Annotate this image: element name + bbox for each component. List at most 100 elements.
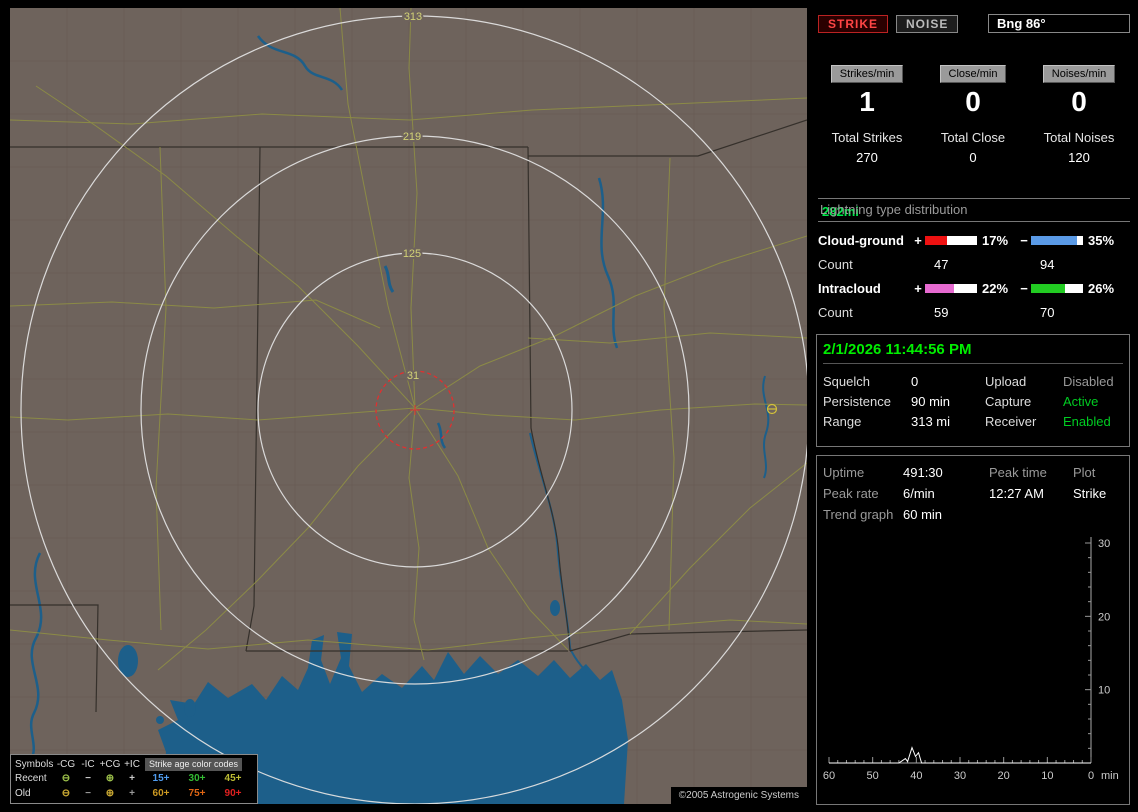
- old-neg-ic-icon: −: [85, 788, 91, 800]
- noise-mode-button[interactable]: NOISE: [896, 14, 959, 33]
- legend-col-neg-ic: -IC: [81, 758, 95, 770]
- stats-row: Peak rate 6/min 12:27 AM Strike: [823, 483, 1123, 504]
- persistence-label: Persistence: [823, 393, 891, 409]
- legend-symbols-header: Symbols: [15, 758, 54, 770]
- total-noises: Total Noises 120: [1044, 130, 1115, 165]
- display-mode-controls: STRIKE NOISE Bng 86° 282mi: [818, 14, 1130, 219]
- intracloud-label: Intracloud: [818, 280, 881, 296]
- svg-text:30: 30: [1098, 538, 1110, 550]
- map-svg: 313 219 125 31: [10, 8, 807, 804]
- upload-value: Disabled: [1063, 373, 1114, 389]
- persistence-value: 90 min: [911, 393, 951, 409]
- capture-label: Capture: [985, 393, 1032, 409]
- peak-rate-label: Peak rate: [823, 486, 879, 501]
- total-close-label: Total Close: [940, 130, 1006, 145]
- ic-count-label: Count: [818, 304, 853, 320]
- ic-positive-pct: 22%: [982, 280, 1009, 296]
- rate-values: 1 0 0: [814, 86, 1132, 118]
- strike-mode-button[interactable]: STRIKE: [818, 14, 889, 33]
- recent-pos-ic-icon: +: [129, 773, 135, 785]
- total-strikes-value: 270: [856, 150, 878, 165]
- system-status-box: 2/1/2026 11:44:56 PM Squelch 0 Upload Di…: [816, 334, 1130, 447]
- legend-old-label: Old: [15, 788, 31, 800]
- totals: Total Strikes 270 Total Close 0 Total No…: [814, 130, 1132, 165]
- ic-negative-bar-fill: [1031, 283, 1065, 293]
- stats-row: Uptime 491:30 Peak time Plot: [823, 462, 1123, 483]
- strike-legend: Symbols -CG -IC +CG +IC Strike age color…: [10, 754, 258, 804]
- total-strikes: Total Strikes 270: [832, 130, 903, 165]
- cg-positive-bar-fill: [925, 235, 948, 245]
- total-noises-label: Total Noises: [1043, 130, 1115, 145]
- stats-row: Trend graph 60 min: [823, 504, 1123, 525]
- age-code-90: 90+: [224, 788, 242, 800]
- trend-graph-label: Trend graph: [823, 507, 894, 522]
- legend-recent-label: Recent: [15, 773, 47, 785]
- uptime-value: 491:30: [903, 465, 943, 480]
- range-label: Range: [823, 413, 862, 429]
- lightning-map-display[interactable]: 313 219 125 31 Symbols -CG -IC +CG +IC S…: [10, 8, 807, 804]
- ic-negative-pct: 26%: [1088, 280, 1115, 296]
- svg-text:30: 30: [954, 770, 966, 782]
- legend-old-row: Old ⊖ − ⊕ + 60+ 75+ 90+: [15, 787, 253, 801]
- rate-headers: Strikes/min Close/min Noises/min: [814, 65, 1132, 83]
- cg-positive-pct: 17%: [982, 232, 1009, 248]
- age-code-75: 75+: [188, 788, 206, 800]
- cg-negative-count: 94: [1040, 256, 1055, 272]
- cg-negative-bar-fill: [1031, 235, 1077, 245]
- intracloud-row: Intracloud + 22% − 26%: [818, 276, 1130, 300]
- svg-text:60: 60: [823, 770, 835, 782]
- close-per-min-header: Close/min: [939, 65, 1007, 83]
- svg-text:20: 20: [998, 770, 1010, 782]
- ic-negative-bar: [1031, 283, 1083, 293]
- uptime-label: Uptime: [823, 465, 865, 480]
- age-code-60: 60+: [152, 788, 170, 800]
- statistics-box: Uptime 491:30 Peak time Plot Peak rate 6…: [816, 455, 1130, 805]
- svg-text:0: 0: [1088, 770, 1094, 782]
- svg-text:20: 20: [1098, 611, 1110, 623]
- range-value: 313 mi: [911, 413, 951, 429]
- age-code-15: 15+: [152, 773, 170, 785]
- plus-sign: +: [914, 280, 922, 296]
- copyright-text: ©2005 Astrogenic Systems: [670, 787, 807, 804]
- bearing-value: Bng 86°: [997, 16, 1046, 31]
- squelch-value: 0: [911, 373, 919, 389]
- ic-positive-bar: [925, 283, 977, 293]
- minus-sign: −: [1020, 280, 1028, 296]
- noises-per-min-value: 0: [1071, 86, 1087, 117]
- distribution-header: Lightning type distribution: [818, 198, 1130, 222]
- plot-value: Strike: [1073, 486, 1107, 501]
- cg-negative-pct: 35%: [1088, 232, 1115, 248]
- ic-negative-count: 70: [1040, 304, 1055, 320]
- receiver-value: Enabled: [1063, 413, 1111, 429]
- range-ring-label-31: 31: [407, 370, 419, 382]
- recent-pos-cg-icon: ⊕: [105, 773, 115, 785]
- cloud-ground-label: Cloud-ground: [818, 232, 904, 248]
- status-row: Persistence 90 min Capture Active: [823, 391, 1123, 411]
- recent-neg-ic-icon: −: [85, 773, 91, 785]
- old-neg-cg-icon: ⊖: [61, 788, 71, 800]
- peak-rate-value: 6/min: [903, 486, 935, 501]
- svg-text:min: min: [1101, 770, 1119, 782]
- plus-sign: +: [914, 232, 922, 248]
- old-pos-cg-icon: ⊕: [105, 788, 115, 800]
- noises-per-min-header: Noises/min: [1042, 65, 1116, 83]
- svg-text:10: 10: [1041, 770, 1053, 782]
- status-panel: STRIKE NOISE Bng 86° 282mi Strikes/min C…: [814, 8, 1132, 805]
- range-ring-label-313: 313: [404, 11, 422, 23]
- cg-positive-bar: [925, 235, 977, 245]
- range-ring-label-219: 219: [403, 131, 421, 143]
- range-ring-label-125: 125: [403, 248, 421, 260]
- svg-text:10: 10: [1098, 685, 1110, 697]
- receiver-label: Receiver: [985, 413, 1037, 429]
- cloud-ground-row: Cloud-ground + 17% − 35%: [818, 228, 1130, 252]
- cloud-ground-count-row: Count 47 94: [818, 252, 1130, 276]
- trend-graph-svg: 30 20 10 60 50 40 30 20 10 0 min: [823, 537, 1119, 782]
- total-strikes-label: Total Strikes: [831, 130, 903, 145]
- datetime-display: 2/1/2026 11:44:56 PM: [823, 341, 1123, 364]
- upload-label: Upload: [985, 373, 1027, 389]
- svg-text:40: 40: [910, 770, 922, 782]
- legend-col-pos-ic: +IC: [124, 758, 140, 770]
- recent-neg-cg-icon: ⊖: [61, 773, 71, 785]
- status-row: Range 313 mi Receiver Enabled: [823, 411, 1123, 431]
- legend-recent-row: Recent ⊖ − ⊕ + 15+ 30+ 45+: [15, 772, 253, 786]
